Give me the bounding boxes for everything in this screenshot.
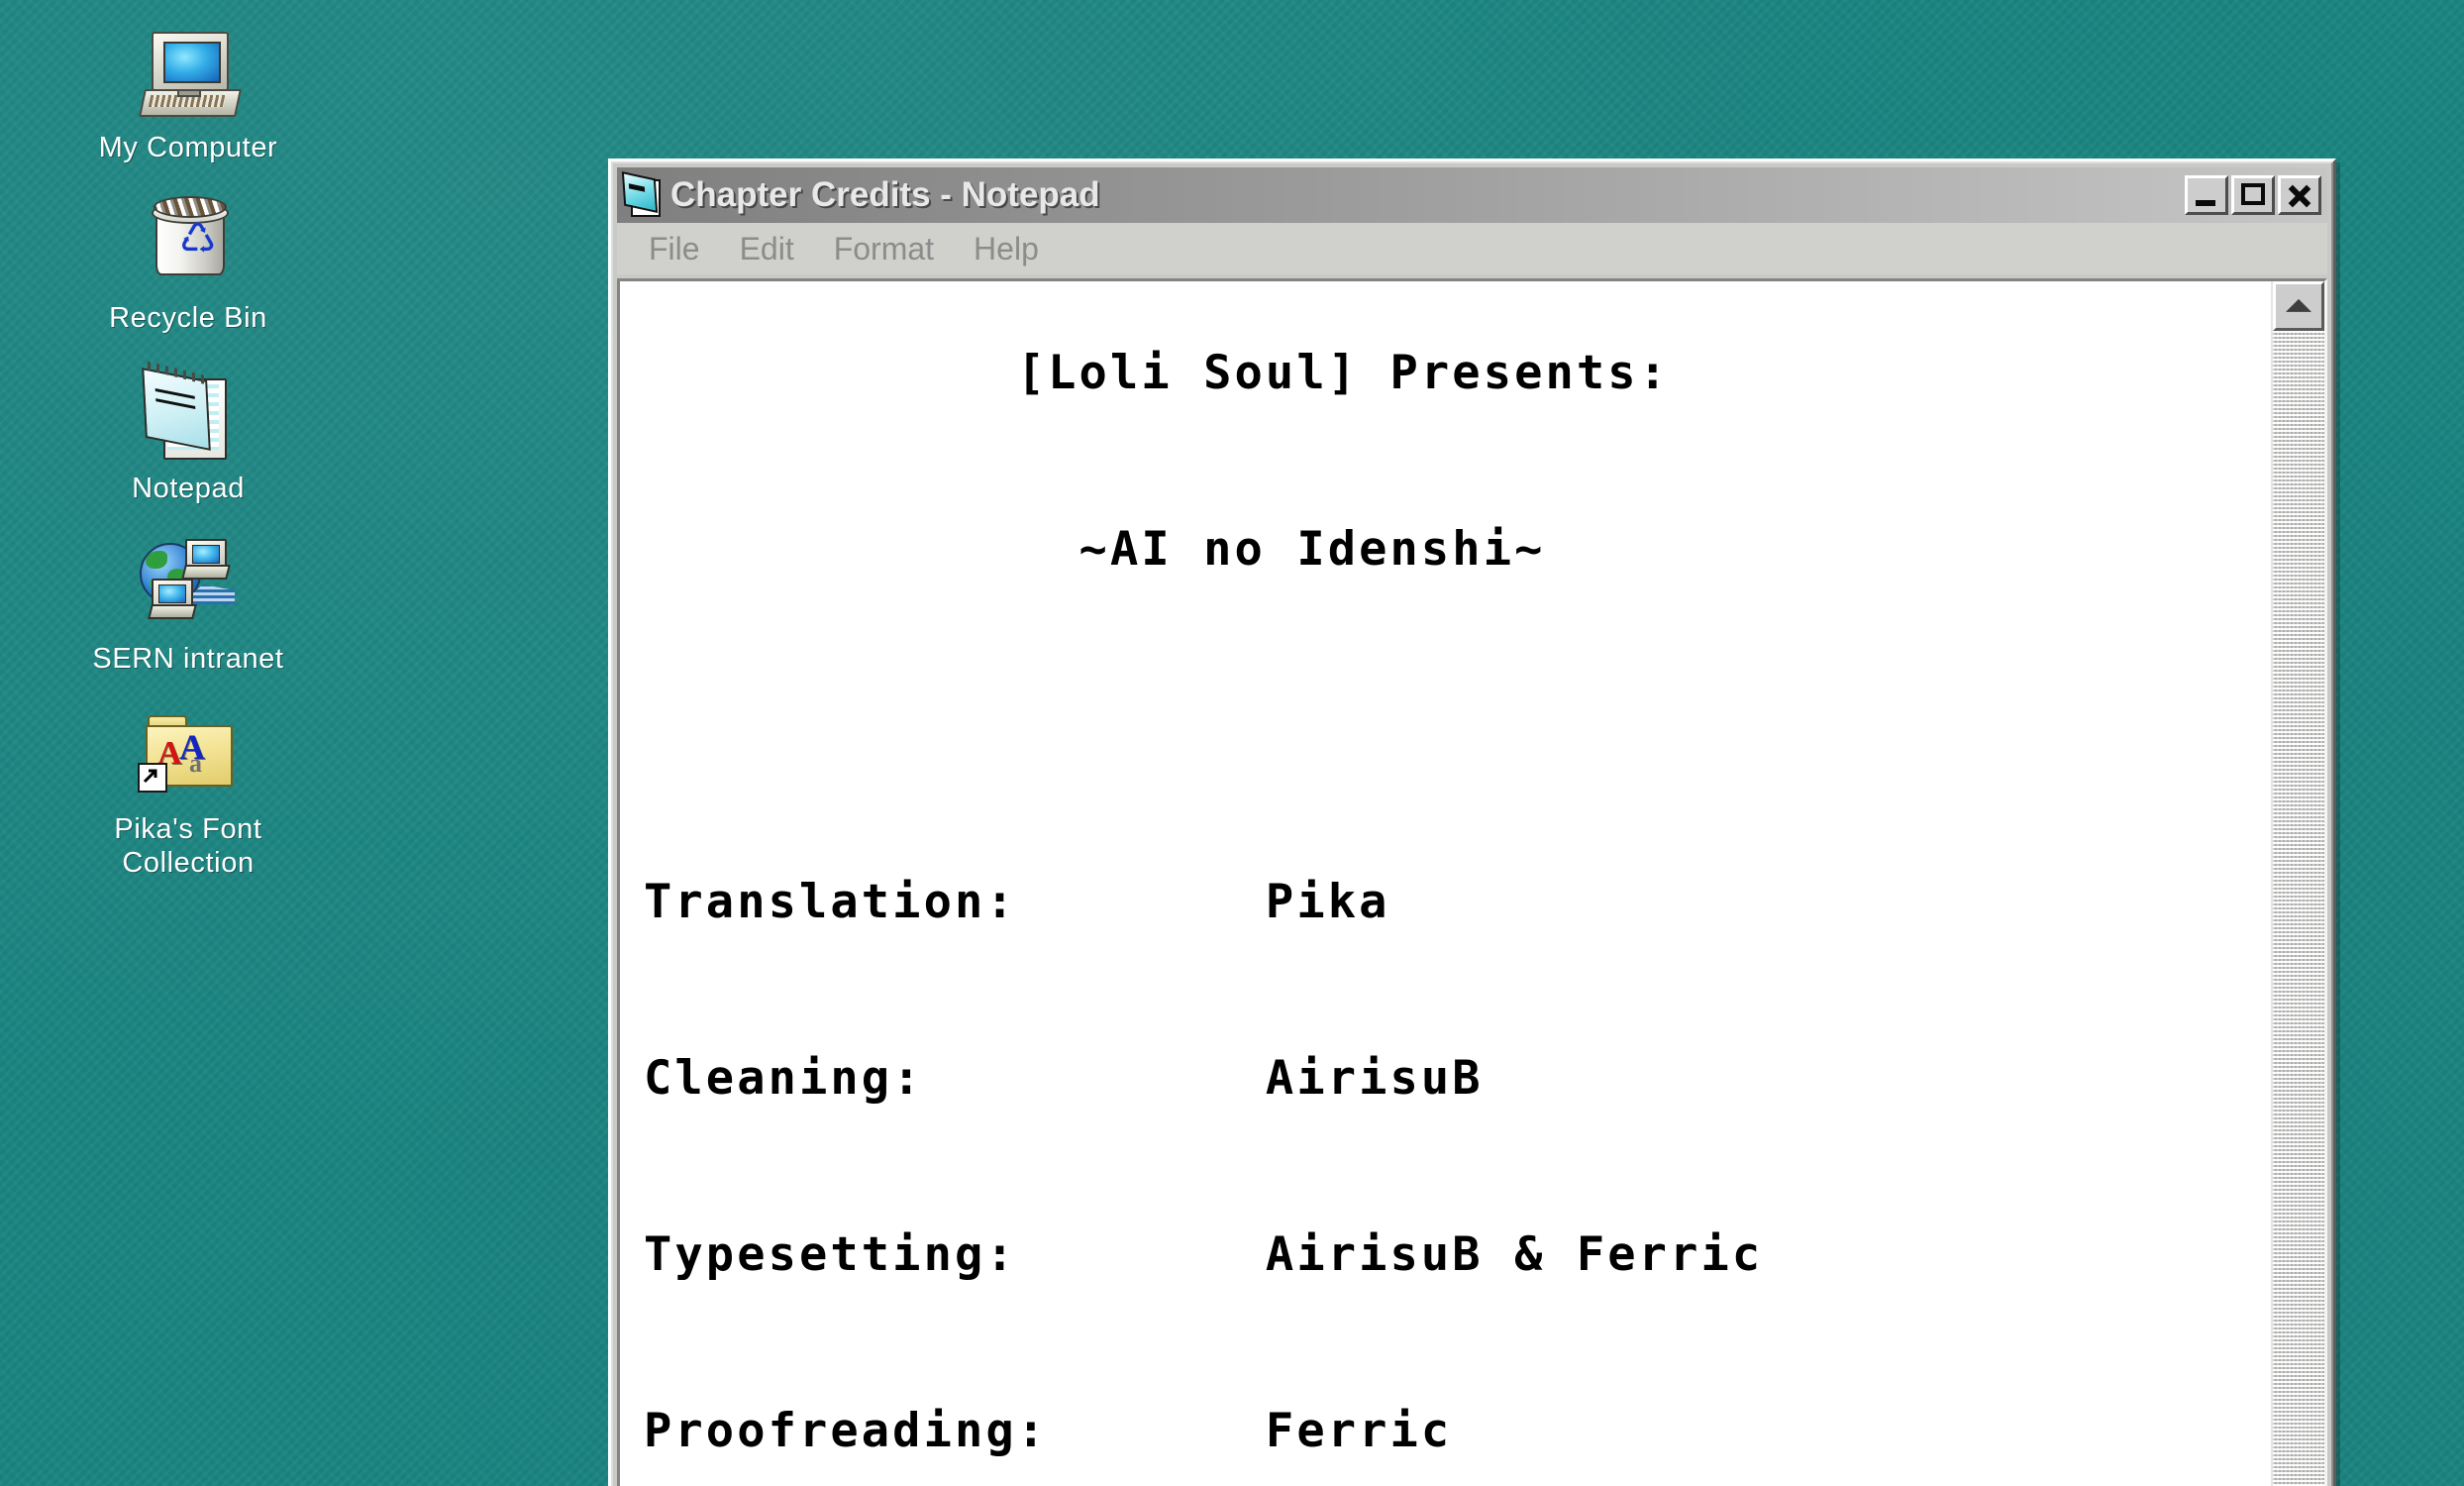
- menu-item-edit[interactable]: Edit: [724, 229, 810, 269]
- desktop-icon-notepad[interactable]: Notepad: [50, 353, 327, 505]
- menu-item-help[interactable]: Help: [958, 229, 1055, 269]
- desktop-icon-label: My Computer: [98, 132, 278, 163]
- vertical-scrollbar[interactable]: [2271, 281, 2324, 1486]
- network-neighborhood-icon: [134, 537, 243, 636]
- maximize-button[interactable]: [2231, 175, 2275, 215]
- scrollbar-track[interactable]: [2273, 331, 2324, 1486]
- desktop-icon-column: My Computer ♺ Recycle Bin Notepad SERN i…: [0, 12, 376, 898]
- recycle-bin-icon: ♺: [134, 196, 243, 295]
- text-editor-area[interactable]: [Loli Soul] Presents: ~AI no Idenshi~ Tr…: [620, 281, 2271, 1486]
- desktop[interactable]: My Computer ♺ Recycle Bin Notepad SERN i…: [0, 0, 2464, 1486]
- fonts-folder-shortcut-icon: A A a: [134, 707, 243, 806]
- notepad-icon: [134, 361, 243, 466]
- menu-item-file[interactable]: File: [633, 229, 716, 269]
- desktop-icon-label: Pika's Font Collection: [114, 813, 262, 879]
- recycle-arrows-icon: ♺: [179, 214, 217, 263]
- desktop-icon-label: Notepad: [132, 473, 245, 504]
- close-button[interactable]: [2278, 175, 2321, 215]
- document-text[interactable]: [Loli Soul] Presents: ~AI no Idenshi~ Tr…: [644, 329, 2271, 1475]
- shortcut-arrow-icon: [138, 763, 167, 793]
- window-controls: [2185, 175, 2323, 215]
- computer-icon: [134, 26, 243, 125]
- close-icon: [2281, 178, 2318, 212]
- desktop-icon-recycle-bin[interactable]: ♺ Recycle Bin: [50, 182, 327, 335]
- desktop-icon-my-computer[interactable]: My Computer: [50, 12, 327, 164]
- notepad-window[interactable]: Chapter Credits - Notepad File Edit Form…: [608, 159, 2336, 1486]
- desktop-icon-label: Recycle Bin: [109, 302, 267, 334]
- minimize-button[interactable]: [2185, 175, 2228, 215]
- desktop-icon-sern-intranet[interactable]: SERN intranet: [50, 523, 327, 676]
- window-title: Chapter Credits - Notepad: [670, 175, 1100, 214]
- window-inner-frame: Chapter Credits - Notepad File Edit Form…: [611, 161, 2333, 1486]
- desktop-icon-label: SERN intranet: [92, 643, 284, 675]
- menu-item-format[interactable]: Format: [818, 229, 950, 269]
- notepad-document-icon: [621, 171, 661, 217]
- desktop-icon-pikas-font-collection[interactable]: A A a Pika's Font Collection: [50, 693, 327, 880]
- text-editor-frame: [Loli Soul] Presents: ~AI no Idenshi~ Tr…: [617, 278, 2327, 1486]
- title-bar[interactable]: Chapter Credits - Notepad: [617, 167, 2327, 223]
- scroll-up-arrow-icon[interactable]: [2273, 281, 2324, 331]
- maximize-icon: [2234, 178, 2272, 212]
- menu-bar: File Edit Format Help: [617, 223, 2327, 274]
- minimize-icon: [2188, 178, 2225, 212]
